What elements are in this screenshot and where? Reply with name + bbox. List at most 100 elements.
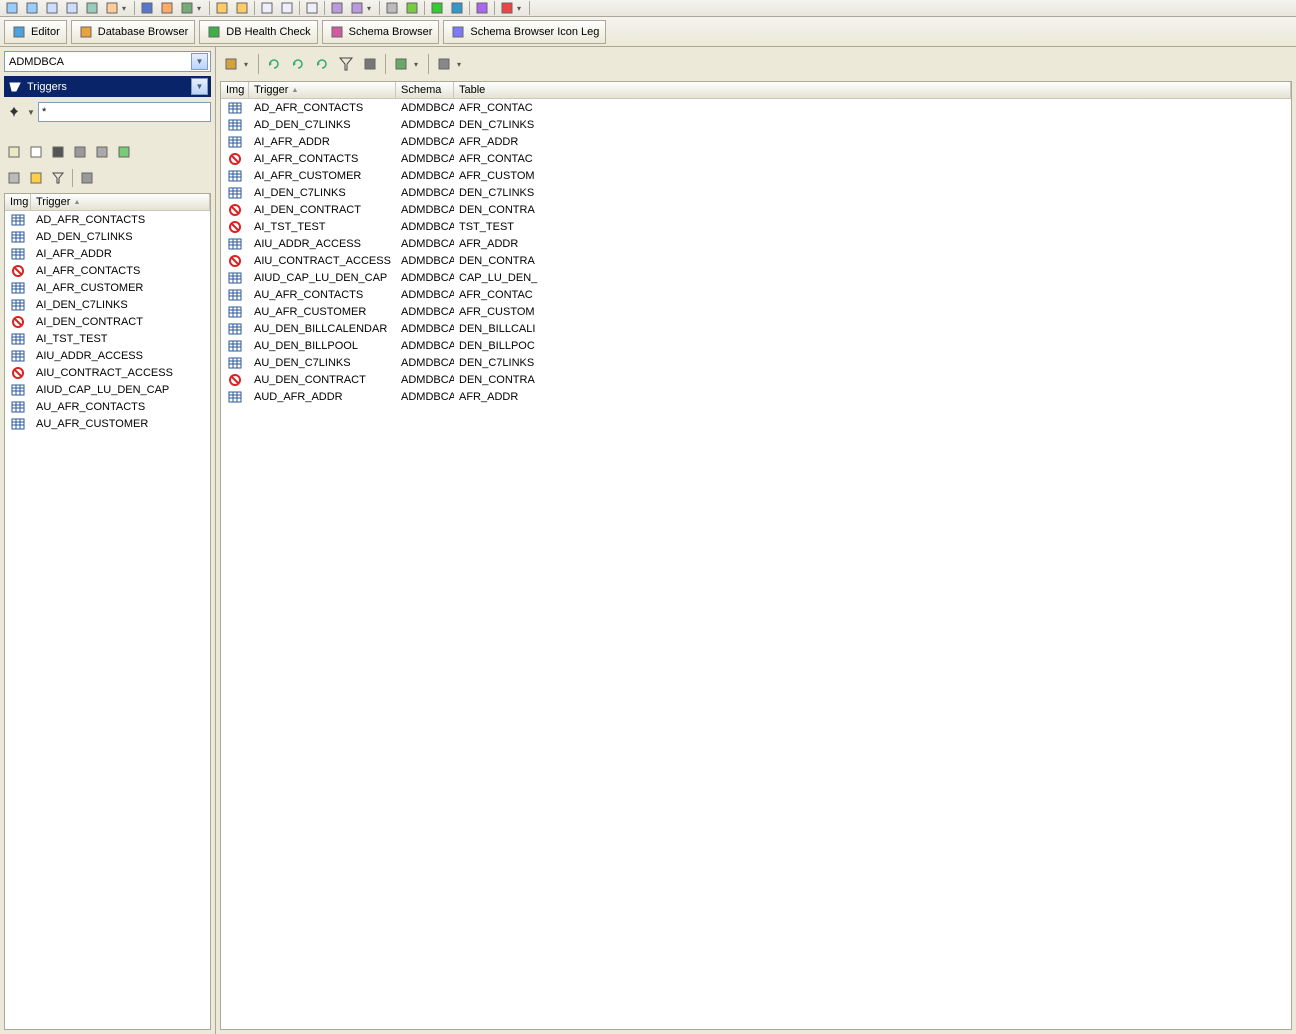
table-row[interactable]: AIUD_CAP_LU_DEN_CAPADMDBCACAP_LU_DEN_ (221, 269, 1291, 286)
funnel-icon[interactable] (48, 168, 68, 188)
table-row[interactable]: AIU_CONTRACT_ACCESSADMDBCADEN_CONTRA (221, 252, 1291, 269)
trigger-grid[interactable]: Img Trigger▲ Schema Table AD_AFR_CONTACT… (220, 81, 1292, 1030)
list-item[interactable]: AU_AFR_CUSTOMER (5, 415, 210, 432)
list-item[interactable]: AI_TST_TEST (5, 330, 210, 347)
table-row[interactable]: AI_AFR_ADDRADMDBCAAFR_ADDR (221, 133, 1291, 150)
toolbar-button[interactable] (233, 1, 251, 16)
table-row[interactable]: AU_DEN_CONTRACTADMDBCADEN_CONTRA (221, 371, 1291, 388)
stop-icon[interactable] (48, 142, 68, 162)
table-row[interactable]: AD_AFR_CONTACTSADMDBCAAFR_CONTAC (221, 99, 1291, 116)
toolbar-button[interactable] (403, 1, 421, 16)
toolbar-button[interactable] (178, 1, 196, 16)
toolbar-drop[interactable]: ▾ (414, 60, 424, 69)
toolbar-button[interactable] (138, 1, 156, 16)
tab-editor[interactable]: Editor (4, 20, 67, 44)
pushpin-drop[interactable]: ▼ (26, 102, 36, 122)
table-row[interactable]: AIU_ADDR_ACCESSADMDBCAAFR_ADDR (221, 235, 1291, 252)
filter-input[interactable] (38, 102, 211, 122)
table-row[interactable]: AI_DEN_CONTRACTADMDBCADEN_CONTRA (221, 201, 1291, 218)
graph-icon[interactable] (433, 53, 455, 75)
globe-icon[interactable] (220, 53, 242, 75)
toolbar-drop[interactable]: ▾ (122, 4, 132, 13)
list-item[interactable]: AIU_ADDR_ACCESS (5, 347, 210, 364)
toolbar-button[interactable] (328, 1, 346, 16)
table-row[interactable]: AU_DEN_BILLCALENDARADMDBCADEN_BILLCALI (221, 320, 1291, 337)
form-icon[interactable] (359, 53, 381, 75)
list-item[interactable]: AI_DEN_C7LINKS (5, 296, 210, 313)
copy-icon[interactable] (92, 142, 112, 162)
toolbar-button[interactable] (3, 1, 21, 16)
toolbar-button[interactable] (213, 1, 231, 16)
tab-db-health[interactable]: DB Health Check (199, 20, 317, 44)
toolbar-button[interactable] (473, 1, 491, 16)
toolbar-button[interactable] (498, 1, 516, 16)
table-row[interactable]: AU_AFR_CONTACTSADMDBCAAFR_CONTAC (221, 286, 1291, 303)
toolbar-button[interactable] (43, 1, 61, 16)
list-item[interactable]: AD_DEN_C7LINKS (5, 228, 210, 245)
toolbar-drop[interactable]: ▾ (517, 4, 527, 13)
run-icon[interactable] (114, 142, 134, 162)
list-header-trigger[interactable]: Trigger▲ (31, 194, 210, 210)
tab-schema-icon[interactable]: Schema Browser Icon Leg (443, 20, 606, 44)
table-cell: AFR_CONTAC (454, 289, 1291, 301)
funnel-icon[interactable] (335, 53, 357, 75)
object-type-button[interactable]: ▼ (191, 78, 208, 95)
hand-icon[interactable] (4, 168, 24, 188)
table-row[interactable]: AU_DEN_BILLPOOLADMDBCADEN_BILLPOC (221, 337, 1291, 354)
table-row[interactable]: AU_DEN_C7LINKSADMDBCADEN_C7LINKS (221, 354, 1291, 371)
toolbar-button[interactable] (23, 1, 41, 16)
toolbar-drop[interactable]: ▾ (367, 4, 377, 13)
toolbar-button[interactable] (348, 1, 366, 16)
table-row[interactable]: AI_DEN_C7LINKSADMDBCADEN_C7LINKS (221, 184, 1291, 201)
table-row[interactable]: AU_AFR_CUSTOMERADMDBCAAFR_CUSTOM (221, 303, 1291, 320)
refresh3-icon[interactable] (311, 53, 333, 75)
trigger-cell: AIUD_CAP_LU_DEN_CAP (249, 272, 396, 284)
toolbar-button[interactable] (428, 1, 446, 16)
toolbar-button[interactable] (278, 1, 296, 16)
grid-header-trigger[interactable]: Trigger▲ (249, 82, 396, 98)
tab-schema[interactable]: Schema Browser (322, 20, 440, 44)
pushpin-icon[interactable] (4, 102, 24, 122)
split-icon[interactable] (77, 168, 97, 188)
list-item[interactable]: AI_AFR_CUSTOMER (5, 279, 210, 296)
toolbar-button[interactable] (63, 1, 81, 16)
schema-combo[interactable]: ADMDBCA ▼ (4, 51, 211, 72)
toolbar-button[interactable] (448, 1, 466, 16)
list-item[interactable]: AD_AFR_CONTACTS (5, 211, 210, 228)
toolbar-drop[interactable]: ▾ (197, 4, 207, 13)
new-window-icon[interactable] (4, 142, 24, 162)
table-row[interactable]: AI_AFR_CUSTOMERADMDBCAAFR_CUSTOM (221, 167, 1291, 184)
list-header-img[interactable]: Img (5, 194, 31, 210)
trigger-list[interactable]: Img Trigger▲ AD_AFR_CONTACTSAD_DEN_C7LIN… (4, 193, 211, 1030)
lightbulb-icon[interactable] (26, 168, 46, 188)
refresh1-icon[interactable] (263, 53, 285, 75)
grid-header-table[interactable]: Table (454, 82, 1291, 98)
list-item[interactable]: AI_AFR_CONTACTS (5, 262, 210, 279)
toolbar-button[interactable] (83, 1, 101, 16)
tab-db-browser[interactable]: Database Browser (71, 20, 196, 44)
table-row[interactable]: AI_AFR_CONTACTSADMDBCAAFR_CONTAC (221, 150, 1291, 167)
toolbar-button[interactable] (103, 1, 121, 16)
table-row[interactable]: AUD_AFR_ADDRADMDBCAAFR_ADDR (221, 388, 1291, 405)
object-type-combo[interactable]: Triggers ▼ (4, 76, 211, 97)
print-icon[interactable] (70, 142, 90, 162)
list-item[interactable]: AI_DEN_CONTRACT (5, 313, 210, 330)
list-item[interactable]: AU_AFR_CONTACTS (5, 398, 210, 415)
tree-icon[interactable] (390, 53, 412, 75)
toolbar-button[interactable] (258, 1, 276, 16)
toolbar-button[interactable] (383, 1, 401, 16)
table-row[interactable]: AD_DEN_C7LINKSADMDBCADEN_C7LINKS (221, 116, 1291, 133)
toolbar-drop[interactable]: ▾ (244, 60, 254, 69)
toolbar-button[interactable] (158, 1, 176, 16)
list-item[interactable]: AIU_CONTRACT_ACCESS (5, 364, 210, 381)
new-doc-icon[interactable] (26, 142, 46, 162)
schema-combo-button[interactable]: ▼ (191, 53, 208, 70)
grid-header-schema[interactable]: Schema (396, 82, 454, 98)
refresh2-icon[interactable] (287, 53, 309, 75)
toolbar-drop[interactable]: ▾ (457, 60, 467, 69)
list-item[interactable]: AIUD_CAP_LU_DEN_CAP (5, 381, 210, 398)
toolbar-button[interactable] (303, 1, 321, 16)
grid-header-img[interactable]: Img (221, 82, 249, 98)
table-row[interactable]: AI_TST_TESTADMDBCATST_TEST (221, 218, 1291, 235)
list-item[interactable]: AI_AFR_ADDR (5, 245, 210, 262)
